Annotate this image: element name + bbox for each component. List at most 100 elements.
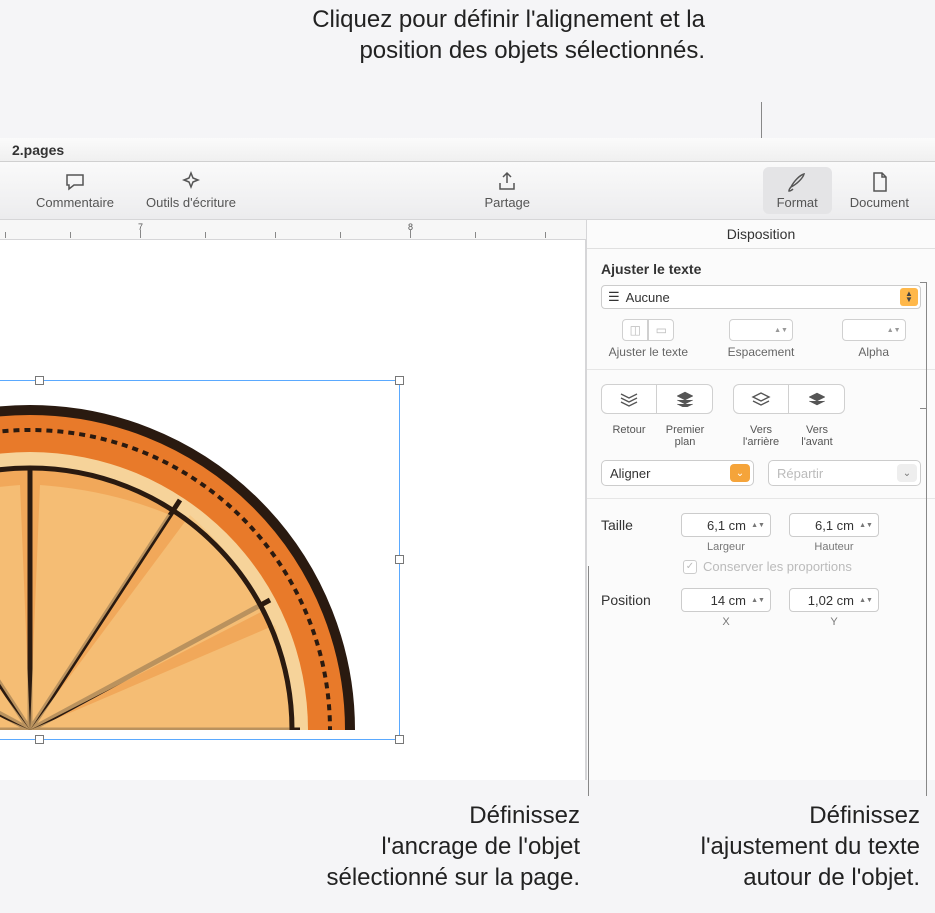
bring-forward-button[interactable] [789, 384, 845, 414]
stack-back-icon [619, 391, 639, 407]
height-value: 6,1 cm [815, 518, 854, 533]
toolbar-comment-button[interactable]: Commentaire [20, 171, 130, 210]
inspector-tab-arrange[interactable]: Disposition [587, 220, 935, 249]
inspector-sidebar: Disposition Ajuster le texte ☰ Aucune ▲▼… [586, 220, 935, 780]
sparkle-icon [180, 171, 202, 193]
backward-label: Vers l'arrière [733, 424, 789, 448]
forward-label: Vers l'avant [789, 424, 845, 448]
stepper-arrows-icon: ▲▼ [750, 597, 766, 604]
text-wrap-section: Ajuster le texte ☰ Aucune ▲▼ ◫ ▭ Ajuster… [587, 249, 935, 370]
text-wrap-value: Aucune [626, 290, 670, 305]
selection-box [0, 380, 400, 740]
stepper-arrows-icon: ▲▼ [750, 522, 766, 529]
bring-to-front-button[interactable] [657, 384, 713, 414]
toolbar-writing-tools-button[interactable]: Outils d'écriture [130, 171, 252, 210]
size-position-section: Taille 6,1 cm ▲▼ 6,1 cm ▲▼ Largeur Haute… [587, 499, 935, 642]
send-backward-button[interactable] [733, 384, 789, 414]
toolbar-format-label: Format [777, 195, 818, 210]
lock-aspect-label: Conserver les proportions [703, 559, 852, 574]
size-label: Taille [601, 517, 671, 533]
toolbar-document-label: Document [850, 195, 909, 210]
spacing-label: Espacement [728, 345, 795, 359]
callout-top: Cliquez pour définir l'alignement et la … [225, 4, 705, 66]
document-icon [868, 171, 890, 193]
y-sublabel: Y [789, 616, 879, 628]
align-label: Aligner [610, 466, 650, 481]
height-input[interactable]: 6,1 cm ▲▼ [789, 513, 879, 537]
callout-wrap: Définissez l'ajustement du texte autour … [630, 800, 920, 894]
callout-wrap-l1: Définissez [630, 800, 920, 831]
layer-front-icon [807, 392, 827, 406]
layer-section: Retour Premier plan Vers l'arrière Vers … [587, 370, 935, 499]
toolbar-share-button[interactable]: Partage [468, 171, 546, 210]
selection-handle[interactable] [35, 735, 44, 744]
fit-label: Ajuster le texte [609, 345, 688, 359]
callout-line [920, 282, 926, 283]
front-label: Premier plan [657, 424, 713, 448]
distribute-dropdown[interactable]: Répartir ⌄ [768, 460, 921, 486]
toolbar-format-button[interactable]: Format [763, 167, 832, 214]
callout-wrap-l3: autour de l'objet. [630, 862, 920, 893]
callout-anchor: Définissez l'ancrage de l'objet sélectio… [280, 800, 580, 894]
stack-front-icon [675, 391, 695, 407]
position-label: Position [601, 592, 671, 608]
alpha-stepper[interactable]: ▲▼ [842, 319, 906, 341]
spacing-stepper[interactable]: ▲▼ [729, 319, 793, 341]
toolbar-writing-tools-label: Outils d'écriture [146, 195, 236, 210]
width-sublabel: Largeur [681, 541, 771, 553]
toolbar: Commentaire Outils d'écriture Partage Fo… [0, 162, 935, 220]
stepper-arrows-icon: ▲▼ [885, 327, 903, 334]
share-icon [496, 171, 518, 193]
callout-top-text: Cliquez pour définir l'alignement et la … [312, 6, 705, 64]
alpha-label: Alpha [858, 345, 889, 359]
chevron-down-icon: ⌄ [897, 464, 917, 482]
selection-handle[interactable] [395, 735, 404, 744]
callout-line [588, 566, 589, 796]
selection-handle[interactable] [395, 376, 404, 385]
lock-aspect-checkbox[interactable]: ✓ Conserver les proportions [683, 559, 921, 574]
toolbar-document-button[interactable]: Document [834, 171, 925, 210]
text-wrap-popup[interactable]: ☰ Aucune ▲▼ [601, 285, 921, 309]
document-canvas[interactable] [0, 240, 586, 780]
back-label: Retour [601, 424, 657, 448]
spacing-input[interactable] [730, 323, 772, 337]
y-value: 1,02 cm [808, 593, 854, 608]
fit-tight-button[interactable]: ◫ [622, 319, 648, 341]
height-sublabel: Hauteur [789, 541, 879, 553]
x-sublabel: X [681, 616, 771, 628]
inspector-tab-label: Disposition [727, 226, 795, 242]
stepper-arrows-icon: ▲▼ [858, 597, 874, 604]
selection-handle[interactable] [35, 376, 44, 385]
chevron-down-icon: ⌄ [730, 464, 750, 482]
callout-line [920, 408, 926, 409]
wrap-none-icon: ☰ [608, 289, 620, 305]
distribute-label: Répartir [777, 466, 823, 481]
checkbox-icon: ✓ [683, 560, 697, 574]
brush-icon [786, 171, 808, 193]
width-input[interactable]: 6,1 cm ▲▼ [681, 513, 771, 537]
callout-anchor-l1: Définissez [280, 800, 580, 831]
callout-wrap-l2: l'ajustement du texte [630, 831, 920, 862]
callout-anchor-l3: sélectionné sur la page. [280, 862, 580, 893]
width-value: 6,1 cm [707, 518, 746, 533]
toolbar-share-label: Partage [484, 195, 530, 210]
alpha-input[interactable] [843, 323, 885, 337]
selection-handle[interactable] [395, 555, 404, 564]
text-wrap-title: Ajuster le texte [601, 261, 921, 277]
callout-anchor-l2: l'ancrage de l'objet [280, 831, 580, 862]
comment-icon [64, 171, 86, 193]
align-dropdown[interactable]: Aligner ⌄ [601, 460, 754, 486]
x-input[interactable]: 14 cm ▲▼ [681, 588, 771, 612]
y-input[interactable]: 1,02 cm ▲▼ [789, 588, 879, 612]
stepper-arrows-icon: ▲▼ [772, 327, 790, 334]
window-titlebar: 2.pages [0, 138, 935, 162]
x-value: 14 cm [711, 593, 746, 608]
layer-back-icon [751, 392, 771, 406]
document-title: 2.pages [12, 142, 64, 158]
callout-line [926, 282, 927, 796]
fit-rect-button[interactable]: ▭ [648, 319, 674, 341]
send-to-back-button[interactable] [601, 384, 657, 414]
chevron-updown-icon: ▲▼ [900, 288, 918, 306]
toolbar-comment-label: Commentaire [36, 195, 114, 210]
stepper-arrows-icon: ▲▼ [858, 522, 874, 529]
